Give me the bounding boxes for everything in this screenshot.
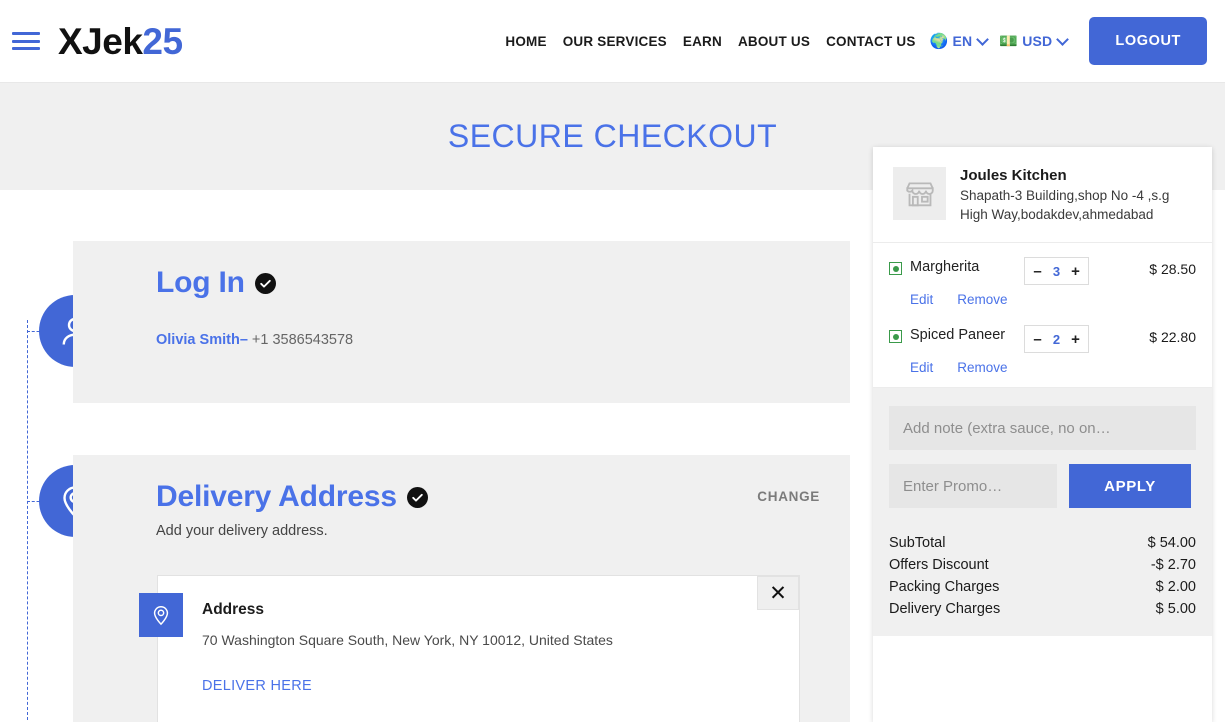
cart-panel: Joules Kitchen Shapath-3 Building,shop N…	[873, 147, 1212, 722]
cart-item-price: $ 22.80	[1149, 325, 1196, 345]
user-separator: –	[240, 332, 248, 348]
veg-indicator-icon	[889, 262, 902, 275]
logo-main-text: XJek	[58, 21, 142, 62]
storefront-glyph	[903, 177, 937, 211]
delivery-subtitle: Add your delivery address.	[156, 523, 428, 539]
nav-item-our-services[interactable]: OUR SERVICES	[555, 28, 675, 55]
total-value: $ 2.00	[1156, 579, 1196, 595]
nav-item-home[interactable]: HOME	[497, 28, 554, 55]
globe-icon: 🌍	[930, 32, 949, 50]
delivery-section-title-row: Delivery Address	[156, 480, 428, 514]
site-header: XJek25 HOME OUR SERVICES EARN ABOUT US C…	[0, 0, 1225, 83]
shop-address: Shapath-3 Building,shop No -4 ,s.g High …	[960, 186, 1192, 224]
total-row-subtotal: SubTotal $ 54.00	[889, 532, 1196, 554]
cart-item-name: Spiced Paneer	[910, 325, 1016, 345]
money-icon: 💵	[999, 32, 1018, 50]
address-text: 70 Washington Square South, New York, NY…	[202, 632, 613, 648]
total-value: $ 5.00	[1156, 601, 1196, 617]
currency-value: USD	[1022, 33, 1052, 49]
user-name: Olivia Smith	[156, 332, 240, 348]
veg-dot	[893, 266, 899, 272]
remove-item-button[interactable]: Remove	[957, 292, 1007, 307]
verified-badge-icon	[407, 487, 428, 508]
cart-item: Spiced Paneer – 2 + $ 22.80 Edit Remove	[889, 325, 1196, 375]
remove-item-button[interactable]: Remove	[957, 360, 1007, 375]
chevron-down-icon	[976, 33, 989, 46]
quantity-stepper: – 3 +	[1024, 257, 1089, 285]
check-icon	[259, 277, 272, 290]
login-section-title-row: Log In	[156, 266, 353, 300]
check-icon	[411, 491, 424, 504]
total-row-delivery-charges: Delivery Charges $ 5.00	[889, 598, 1196, 620]
veg-dot	[893, 334, 899, 340]
cart-shop-header: Joules Kitchen Shapath-3 Building,shop N…	[873, 147, 1212, 243]
close-icon[interactable]: ✕	[757, 576, 799, 610]
language-selector[interactable]: 🌍 EN	[924, 26, 994, 56]
total-row-packing-charges: Packing Charges $ 2.00	[889, 576, 1196, 598]
promo-row: APPLY	[889, 464, 1196, 508]
nav-item-earn[interactable]: EARN	[675, 28, 730, 55]
logged-in-user: Olivia Smith– +1 3586543578	[156, 332, 353, 348]
main-navigation: HOME OUR SERVICES EARN ABOUT US CONTACT …	[497, 17, 1225, 65]
delivery-section-title: Delivery Address	[156, 480, 397, 514]
login-section: Log In Olivia Smith– +1 3586543578	[73, 241, 850, 403]
chevron-down-icon	[1057, 33, 1070, 46]
veg-indicator-icon	[889, 330, 902, 343]
deliver-here-button[interactable]: DELIVER HERE	[202, 678, 312, 694]
nav-item-contact-us[interactable]: CONTACT US	[818, 28, 924, 55]
increment-button[interactable]: +	[1070, 264, 1081, 279]
cart-item-actions: Edit Remove	[910, 292, 1196, 307]
cart-items-list: Margherita – 3 + $ 28.50 Edit Remove Spi	[873, 243, 1212, 388]
user-phone: +1 3586543578	[252, 332, 353, 348]
address-label: Address	[202, 601, 264, 619]
promo-code-input[interactable]	[889, 464, 1057, 508]
total-label: SubTotal	[889, 535, 945, 551]
language-value: EN	[952, 33, 972, 49]
decrement-button[interactable]: –	[1032, 332, 1043, 347]
total-label: Offers Discount	[889, 557, 989, 573]
quantity-stepper: – 2 +	[1024, 325, 1089, 353]
logo-accent-text: 25	[142, 21, 182, 62]
stepper-rail	[27, 320, 28, 720]
cart-item-actions: Edit Remove	[910, 360, 1196, 375]
address-card: ✕ Address 70 Washington Square South, Ne…	[157, 575, 800, 722]
hamburger-bar	[12, 40, 40, 43]
logout-button[interactable]: LOGOUT	[1089, 17, 1207, 65]
address-pin-badge	[139, 593, 183, 637]
nav-item-about-us[interactable]: ABOUT US	[730, 28, 818, 55]
quantity-value: 2	[1052, 332, 1061, 347]
quantity-value: 3	[1052, 264, 1061, 279]
edit-item-button[interactable]: Edit	[910, 360, 933, 375]
hamburger-bar	[12, 32, 40, 35]
currency-selector[interactable]: 💵 USD	[993, 26, 1073, 56]
cart-item-price: $ 28.50	[1149, 257, 1196, 277]
hamburger-icon[interactable]	[12, 30, 40, 52]
cart-item-row: Spiced Paneer – 2 + $ 22.80	[889, 325, 1196, 355]
total-label: Delivery Charges	[889, 601, 1000, 617]
hamburger-bar	[12, 47, 40, 50]
cart-item: Margherita – 3 + $ 28.50 Edit Remove	[889, 257, 1196, 307]
increment-button[interactable]: +	[1070, 332, 1081, 347]
decrement-button[interactable]: –	[1032, 264, 1043, 279]
shop-name: Joules Kitchen	[960, 167, 1192, 184]
cart-item-name: Margherita	[910, 257, 1016, 277]
order-totals: SubTotal $ 54.00 Offers Discount -$ 2.70…	[889, 532, 1196, 620]
checkout-page: XJek25 HOME OUR SERVICES EARN ABOUT US C…	[0, 0, 1225, 722]
total-value: $ 54.00	[1148, 535, 1196, 551]
total-label: Packing Charges	[889, 579, 999, 595]
cart-item-row: Margherita – 3 + $ 28.50	[889, 257, 1196, 287]
login-section-title: Log In	[156, 266, 245, 300]
change-address-button[interactable]: CHANGE	[757, 489, 820, 504]
total-row-offers-discount: Offers Discount -$ 2.70	[889, 554, 1196, 576]
verified-badge-icon	[255, 273, 276, 294]
total-value: -$ 2.70	[1151, 557, 1196, 573]
storefront-icon	[893, 167, 946, 220]
map-pin-icon	[150, 604, 172, 626]
edit-item-button[interactable]: Edit	[910, 292, 933, 307]
order-note-input[interactable]	[889, 406, 1196, 450]
site-logo[interactable]: XJek25	[58, 23, 183, 60]
apply-promo-button[interactable]: APPLY	[1069, 464, 1191, 508]
cart-summary-section: APPLY SubTotal $ 54.00 Offers Discount -…	[873, 388, 1212, 636]
